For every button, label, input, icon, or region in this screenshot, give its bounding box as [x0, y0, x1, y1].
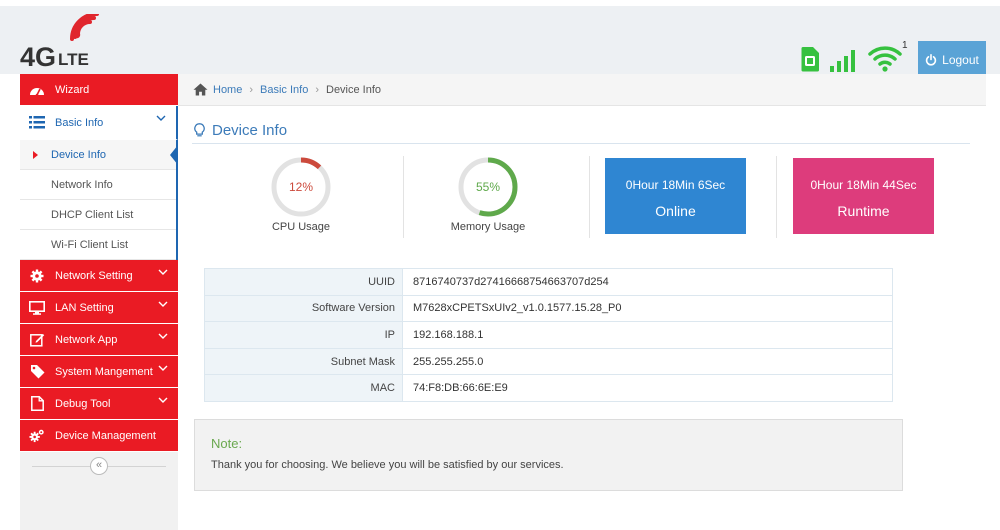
cpu-usage-value: 12% — [288, 180, 314, 194]
sidebar-label-lan-setting: LAN Setting — [55, 301, 114, 314]
breadcrumb: Home › Basic Info › Device Info — [178, 74, 986, 106]
chevron-down-icon — [156, 115, 166, 121]
memory-usage-label: Memory Usage — [450, 221, 526, 233]
sidebar-subitem-device-info[interactable]: Device Info — [20, 140, 178, 170]
home-icon — [193, 83, 208, 96]
basic-info-submenu: Device Info Network Info DHCP Client Lis… — [20, 140, 178, 260]
sidebar-item-basic-info[interactable]: Basic Info — [20, 106, 178, 140]
online-time-box: 0Hour 18Min 6Sec Online — [605, 158, 746, 234]
chevron-down-icon — [158, 301, 168, 307]
note-title: Note: — [211, 436, 243, 451]
breadcrumb-separator: › — [249, 83, 254, 96]
info-value: 192.168.188.1 — [402, 321, 893, 349]
info-key: MAC — [204, 374, 403, 402]
lightbulb-icon — [194, 123, 205, 137]
sidebar-item-wizard[interactable]: Wizard — [20, 74, 178, 106]
info-value: M7628xCPETSxUIv2_v1.0.1577.15.28_P0 — [402, 294, 893, 323]
sidebar-item-lan-setting[interactable]: LAN Setting — [20, 292, 178, 324]
sidebar-item-network-app[interactable]: Network App — [20, 324, 178, 356]
breadcrumb-current: Device Info — [326, 83, 382, 96]
sidebar-item-debug-tool[interactable]: Debug Tool — [20, 388, 178, 420]
page-title: Device Info — [192, 118, 970, 144]
table-row: Software Version M7628xCPETSxUIv2_v1.0.1… — [204, 294, 893, 323]
cpu-usage-stat: 12% CPU Usage — [236, 156, 366, 238]
runtime-box: 0Hour 18Min 44Sec Runtime — [793, 158, 934, 234]
sidebar-collapse: « — [20, 452, 178, 482]
sidebar-label-debug-tool: Debug Tool — [55, 397, 111, 410]
info-key: Software Version — [204, 294, 403, 323]
note-text: Thank you for choosing. We believe you w… — [211, 459, 564, 471]
table-row: MAC 74:F8:DB:66:6E:E9 — [204, 374, 893, 402]
chevron-down-icon — [158, 365, 168, 371]
wifi-client-count: 1 — [902, 40, 908, 51]
collapse-sidebar-button[interactable]: « — [90, 457, 108, 475]
memory-usage-value: 55% — [475, 180, 501, 194]
info-value: 74:F8:DB:66:6E:E9 — [402, 374, 893, 402]
logout-label: Logout — [942, 52, 979, 67]
stat-divider — [403, 156, 404, 238]
cpu-usage-label: CPU Usage — [271, 221, 331, 233]
sidebar: Wizard Basic Info Device Info Network In… — [20, 74, 178, 530]
online-label: Online — [655, 203, 696, 219]
file-icon — [29, 396, 45, 412]
stats-row: 12% CPU Usage 55% Memory Usage 0Hour 18M… — [178, 156, 968, 238]
sidebar-item-network-setting[interactable]: Network Setting — [20, 260, 178, 292]
sim-card-icon — [801, 47, 819, 72]
page-title-text: Device Info — [212, 122, 288, 139]
sidebar-label-network-setting: Network Setting — [55, 269, 133, 282]
info-value: 8716740737d27416668754663707d254 — [402, 268, 893, 296]
main-content: Home › Basic Info › Device Info Device I… — [178, 74, 986, 530]
stat-divider — [776, 156, 777, 238]
sidebar-label-system-management: System Mangement — [55, 365, 153, 378]
runtime-label: Runtime — [837, 203, 890, 219]
table-row: IP 192.168.188.1 — [204, 321, 893, 349]
edit-icon — [29, 332, 45, 348]
gear-icon — [29, 268, 45, 284]
runtime-time: 0Hour 18Min 44Sec — [810, 178, 917, 192]
list-icon — [29, 115, 45, 131]
header-bar: 4G LTE 1 Logout — [0, 0, 1000, 78]
sidebar-label-device-management: Device Management — [55, 429, 156, 442]
sidebar-label-basic-info: Basic Info — [55, 116, 104, 129]
breadcrumb-basic-info[interactable]: Basic Info — [260, 84, 308, 96]
table-row: Subnet Mask 255.255.255.0 — [204, 347, 893, 376]
stat-divider — [589, 156, 590, 238]
monitor-icon — [29, 300, 45, 316]
dashboard-icon — [29, 82, 45, 98]
chevron-down-icon — [158, 397, 168, 403]
sidebar-label-network-app: Network App — [55, 333, 118, 346]
table-row: UUID 8716740737d27416668754663707d254 — [204, 268, 893, 296]
memory-usage-stat: 55% Memory Usage — [423, 156, 553, 238]
info-value: 255.255.255.0 — [402, 347, 893, 376]
cpu-gauge: 12% — [270, 156, 332, 218]
power-icon — [926, 53, 937, 66]
online-time: 0Hour 18Min 6Sec — [625, 178, 726, 192]
logout-button[interactable]: Logout — [918, 41, 986, 78]
breadcrumb-home[interactable]: Home — [213, 84, 242, 96]
sidebar-item-device-management[interactable]: Device Management — [20, 420, 178, 452]
sidebar-subitem-dhcp-client-list[interactable]: DHCP Client List — [20, 200, 176, 230]
chevron-down-icon — [158, 333, 168, 339]
signal-bars-icon — [830, 50, 855, 72]
info-key: Subnet Mask — [204, 347, 403, 376]
wifi-icon — [868, 46, 902, 72]
logo: 4G LTE — [20, 14, 99, 72]
note-panel: Note: Thank you for choosing. We believe… — [194, 419, 903, 491]
logo-text: 4G — [20, 42, 56, 72]
device-info-table: UUID 8716740737d27416668754663707d254 So… — [204, 268, 893, 402]
logo-sub: LTE — [58, 50, 89, 69]
memory-gauge: 55% — [457, 156, 519, 218]
gears-icon — [29, 428, 45, 444]
info-key: IP — [204, 321, 403, 349]
chevron-down-icon — [158, 269, 168, 275]
wifi-status: 1 — [868, 40, 910, 72]
sidebar-label-wizard: Wizard — [55, 83, 90, 96]
sidebar-subitem-wifi-client-list[interactable]: Wi-Fi Client List — [20, 230, 176, 260]
sidebar-subitem-network-info[interactable]: Network Info — [20, 170, 176, 200]
tag-icon — [29, 364, 45, 380]
breadcrumb-separator: › — [315, 83, 319, 96]
sidebar-item-system-management[interactable]: System Mangement — [20, 356, 178, 388]
status-icons: 1 — [800, 40, 910, 72]
info-key: UUID — [204, 268, 403, 296]
